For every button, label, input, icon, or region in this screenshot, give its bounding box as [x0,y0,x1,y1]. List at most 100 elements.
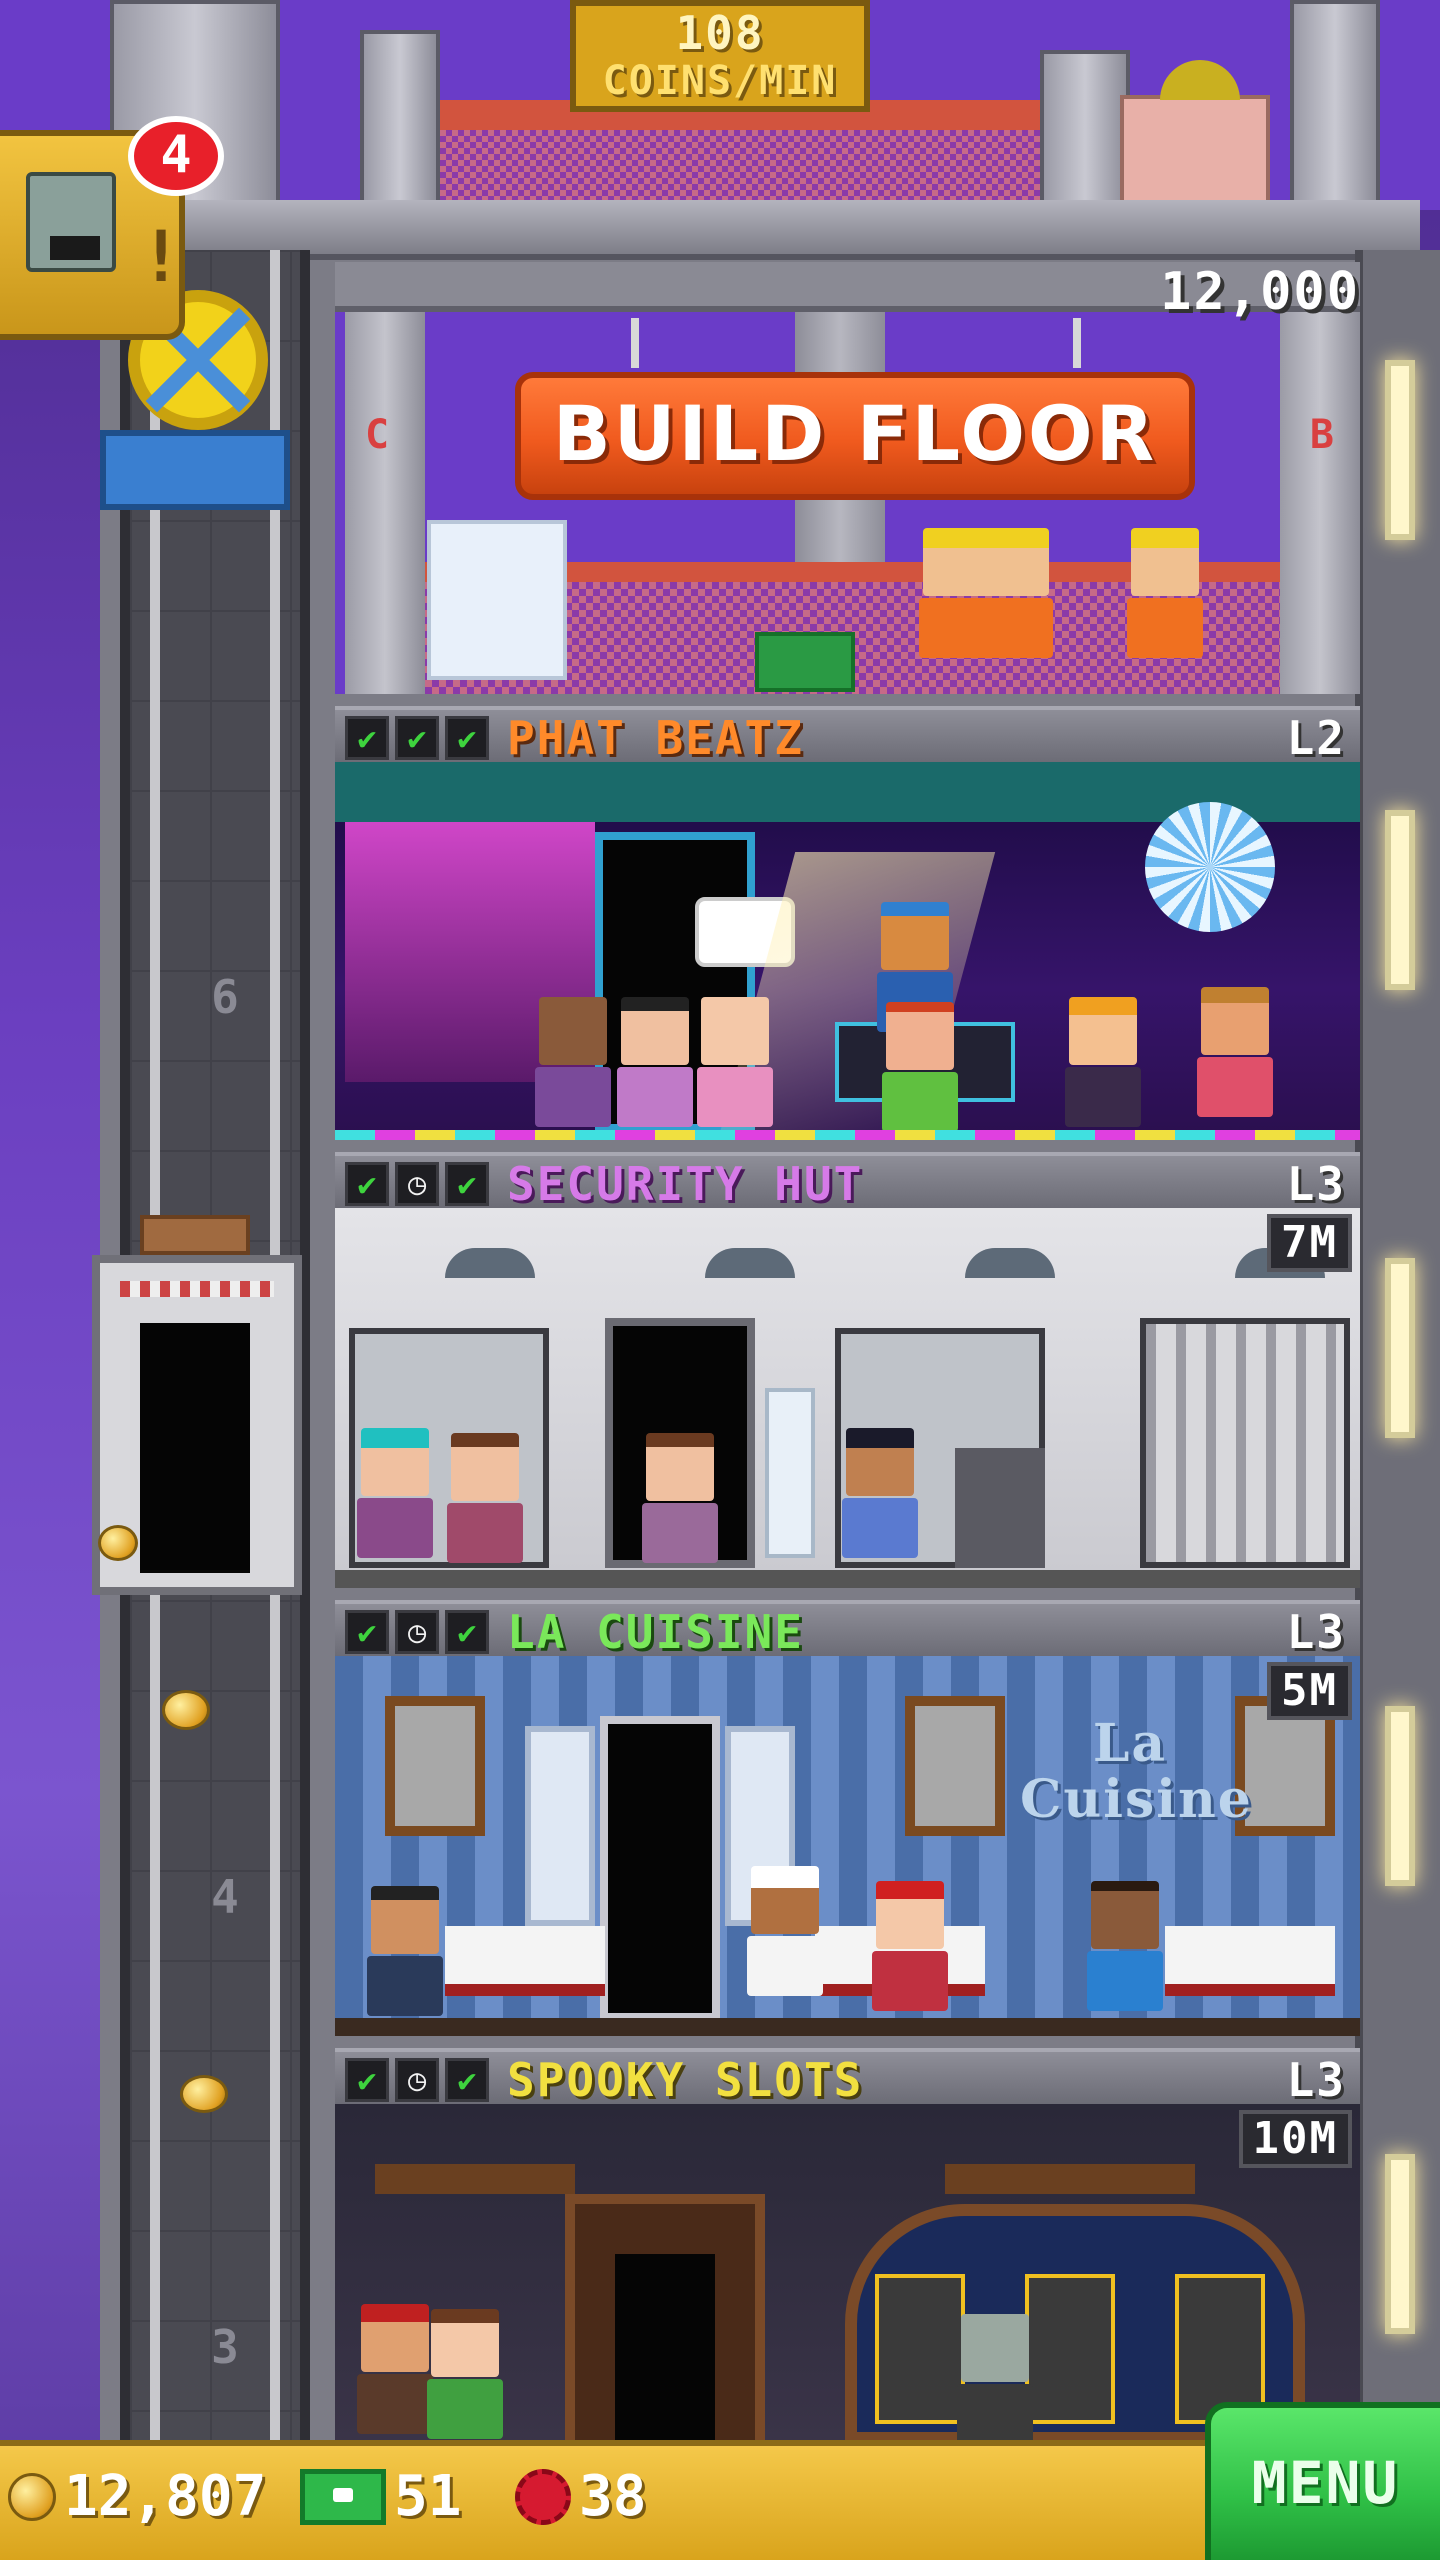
coins-per-min-sign: 108 COINS/MIN [570,0,870,112]
control-panel [955,1448,1045,1568]
bitizen[interactable] [425,2309,505,2444]
coins-per-min-value: 108 [675,6,765,60]
dining-table [1165,1926,1335,1996]
jail-cell [1140,1318,1350,1568]
gems-display[interactable]: 38 [515,2464,646,2529]
stock-check-icon: ✔ [445,2058,489,2102]
shaft-floor-number: 6 [211,970,239,1024]
construction-worker[interactable] [1125,528,1205,668]
stock-check-icon: ✔ [345,716,389,760]
gem-icon [515,2468,571,2525]
coins-display[interactable]: 12,807 [8,2464,266,2529]
wall-painting [385,1696,485,1836]
rooftop-pattern [440,130,1080,210]
coins-value: 12,807 [64,2464,267,2529]
stock-check-icon: ✔ [445,1162,489,1206]
floor-income: 5M [1267,1662,1352,1720]
floor-income: 10M [1238,2110,1352,2168]
stock-clock-icon: ◷ [395,2058,439,2102]
bitizen[interactable] [355,2304,435,2444]
door-opening [615,2254,715,2444]
notification-count-badge: 4 [128,116,224,196]
security-guard[interactable] [840,1428,920,1568]
build-side-label: B [1309,412,1334,458]
hay-pile [1160,60,1240,100]
floor-title-bar[interactable]: ✔ ◷ ✔ SECURITY HUT L3 [335,1152,1360,1211]
bitizen[interactable] [1195,987,1275,1127]
ceiling-lamp [705,1248,795,1278]
wall-painting [905,1696,1005,1836]
ceiling-lamp [445,1248,535,1278]
bitizen[interactable] [355,1428,435,1568]
build-side-label: C [365,412,390,458]
falling-coin-icon[interactable] [98,1525,138,1561]
bitizen[interactable] [640,1433,720,1573]
chandelier [375,2164,575,2194]
floor-name: SPOOKY SLOTS [507,2053,864,2107]
toolbox [755,632,855,692]
elevator-roof [140,1215,250,1255]
dining-table [445,1926,605,1996]
security-hut-room[interactable]: 7M [335,1208,1360,1588]
la-cuisine-sign: La Cuisine [1020,1713,1253,1830]
window [525,1726,595,1926]
stock-clock-icon: ◷ [395,1610,439,1654]
phat-beatz-room[interactable] [335,762,1360,1140]
restaurant-door [600,1716,720,2021]
bitizen[interactable] [533,997,613,1137]
sign-hook [1073,318,1081,368]
build-floor-room: C B 12,000 BUILD FLOOR [335,262,1360,694]
menu-button[interactable]: MENU [1205,2402,1440,2560]
floor-name: SECURITY HUT [507,1157,864,1211]
tower-window [1385,1258,1415,1438]
elevator-lights [120,1281,274,1297]
tower-bux-icon [300,2468,386,2525]
stock-check-icon: ✔ [345,2058,389,2102]
bitizen[interactable] [1085,1881,1165,2021]
disco-ball-icon [1145,802,1275,932]
bitizen[interactable] [1063,997,1143,1137]
slot-machine [1025,2274,1115,2424]
elevator-door [140,1323,250,1573]
falling-coin-icon[interactable] [180,2075,228,2113]
spooky-slots-room[interactable]: 10M [335,2104,1360,2444]
zombie-visitor-icon [26,172,116,272]
floor-title-bar[interactable]: ✔ ◷ ✔ SPOOKY SLOTS L3 [335,2048,1360,2107]
floor-level: L2 [1286,711,1346,765]
rooftop-house [1120,95,1270,210]
bux-display[interactable]: 51 [300,2464,461,2529]
stock-clock-icon: ◷ [395,1162,439,1206]
chef-bitizen[interactable] [745,1866,825,2006]
dance-floor-lights [335,1130,1360,1140]
bitizen[interactable] [880,1002,960,1140]
floor-name: PHAT BEATZ [507,711,804,765]
skyline-building [1290,0,1380,210]
sign-hook [631,318,639,368]
construction-crate [427,520,567,680]
stock-check-icon: ✔ [445,1610,489,1654]
floor-level: L3 [1286,1157,1346,1211]
stock-check-icon: ✔ [445,716,489,760]
shaft-floor-number: 4 [211,1870,239,1924]
la-cuisine-room[interactable]: 5M La Cuisine [335,1656,1360,2036]
tower-window [1385,1706,1415,1886]
construction-worker[interactable] [975,528,1055,668]
bitizen[interactable] [445,1433,525,1573]
zombie-bitizen[interactable] [955,2314,1035,2444]
ceiling-lamp [965,1248,1055,1278]
falling-coin-icon[interactable] [162,1690,210,1730]
build-floor-button[interactable]: BUILD FLOOR [515,372,1195,500]
stock-check-icon: ✔ [345,1162,389,1206]
floor-title-bar[interactable]: ✔ ✔ ✔ PHAT BEATZ L2 [335,706,1360,765]
bitizen[interactable] [870,1881,950,2021]
room-floor [335,1570,1360,1588]
skyline-building [1040,50,1130,210]
bitizen[interactable] [365,1886,445,2026]
water-cooler [765,1388,815,1558]
bitizen[interactable] [695,997,775,1137]
skyline-building [360,30,440,210]
build-floor-price: 12,000 [1160,262,1360,322]
floor-title-bar[interactable]: ✔ ◷ ✔ LA CUISINE L3 [335,1600,1360,1658]
bitizen[interactable] [615,997,695,1137]
floor-income: 7M [1267,1214,1352,1272]
